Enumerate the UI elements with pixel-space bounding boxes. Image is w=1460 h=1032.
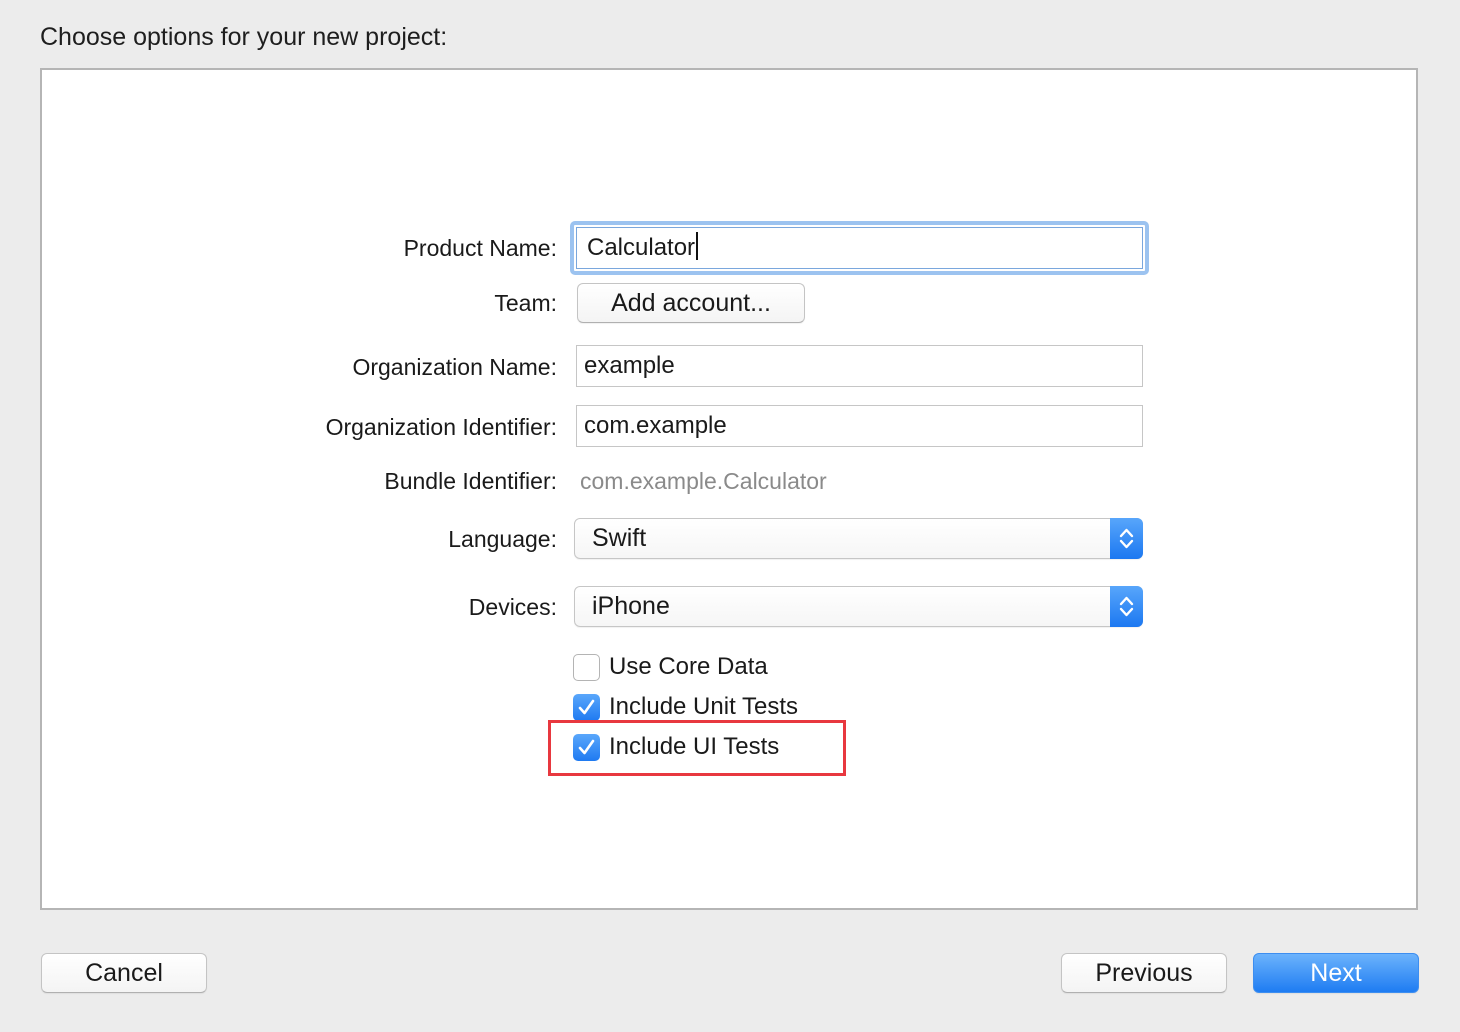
product-name-value: Calculator [587,234,696,261]
include-unit-tests-label: Include Unit Tests [609,693,798,720]
highlight-annotation [548,720,846,776]
cancel-button[interactable]: Cancel [41,953,207,993]
text-caret [696,232,699,260]
organization-name-field[interactable]: example [576,345,1143,387]
devices-value: iPhone [592,592,670,620]
include-unit-tests-checkbox[interactable] [573,694,600,721]
up-down-chevron-icon [1110,586,1143,627]
bundle-identifier-label: Bundle Identifier: [384,468,557,494]
organization-name-label: Organization Name: [352,354,557,380]
dialog-title: Choose options for your new project: [40,23,448,51]
language-label: Language: [448,526,557,552]
product-name-label: Product Name: [403,235,557,261]
team-label: Team: [494,290,557,316]
organization-identifier-label: Organization Identifier: [325,414,557,440]
previous-button[interactable]: Previous [1061,953,1227,993]
devices-popup[interactable]: iPhone [574,586,1143,627]
add-account-button[interactable]: Add account... [577,283,805,323]
product-name-field[interactable]: Calculator [570,221,1149,275]
use-core-data-checkbox[interactable] [573,654,600,681]
next-button[interactable]: Next [1253,953,1419,993]
language-popup[interactable]: Swift [574,518,1143,559]
up-down-chevron-icon [1110,518,1143,559]
checkmark-icon [578,699,595,715]
use-core-data-label: Use Core Data [609,653,768,680]
devices-label: Devices: [468,594,557,620]
organization-identifier-field[interactable]: com.example [576,405,1143,447]
bundle-identifier-value: com.example.Calculator [580,468,827,494]
language-value: Swift [592,524,647,552]
